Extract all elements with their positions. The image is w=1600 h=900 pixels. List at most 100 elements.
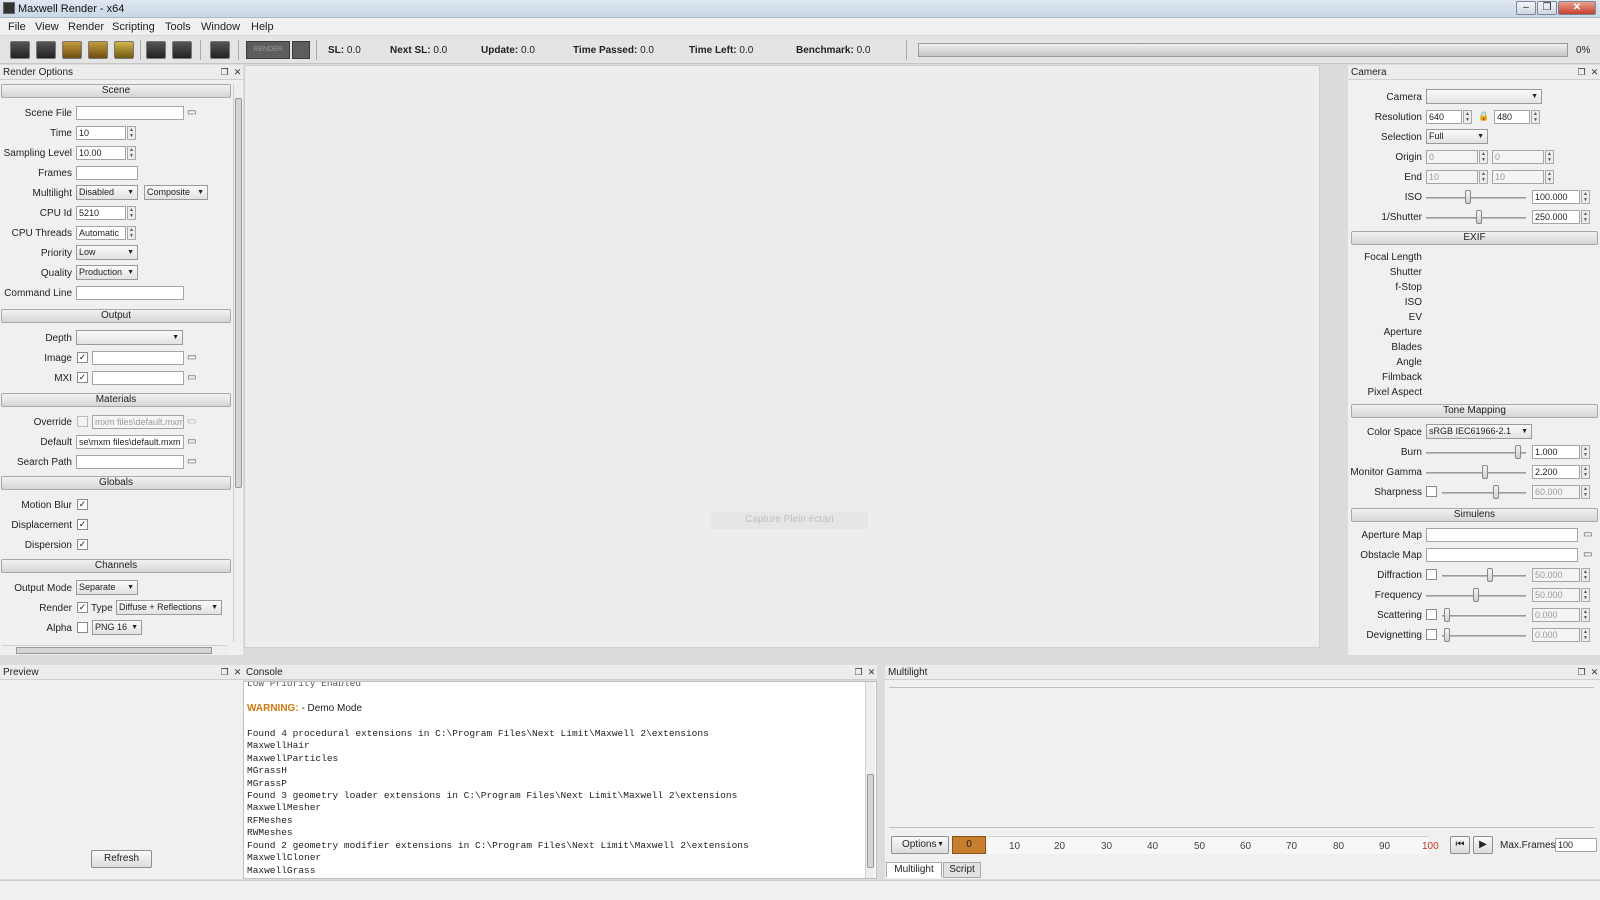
diffraction-input[interactable]: 50.000 (1532, 568, 1580, 582)
diffraction-checkbox[interactable] (1426, 569, 1437, 580)
float-icon[interactable]: ❐ (1577, 668, 1586, 677)
monitor-gamma-slider[interactable] (1426, 472, 1526, 474)
section-simulens[interactable]: Simulens (1351, 508, 1598, 522)
script-icon[interactable] (114, 41, 134, 59)
play-icon[interactable]: ▶ (1473, 836, 1493, 854)
hscrollbar-thumb[interactable] (16, 647, 212, 654)
image-checkbox[interactable]: ✓ (77, 352, 88, 363)
iso-slider-knob[interactable] (1465, 190, 1472, 204)
sharpness-spinner[interactable]: ▲ ▼ (1581, 485, 1590, 499)
render-viewport[interactable]: Capture Plein écran (244, 65, 1320, 648)
close-icon[interactable]: ✕ (1590, 68, 1599, 77)
displacement-checkbox[interactable]: ✓ (77, 519, 88, 530)
float-icon[interactable]: ❐ (220, 668, 229, 677)
mxi-checkbox[interactable]: ✓ (77, 372, 88, 383)
folder-icon[interactable]: ▭ (187, 417, 199, 427)
menu-window[interactable]: Window (201, 21, 240, 33)
section-exif[interactable]: EXIF (1351, 231, 1598, 245)
render-options-scrollbar[interactable] (233, 84, 243, 642)
multilight-mode-select[interactable]: Composite ▼ (144, 185, 208, 200)
menu-tools[interactable]: Tools (165, 21, 191, 33)
tab-script[interactable]: Script (943, 862, 981, 878)
resolution-height-spinner[interactable]: ▲ ▼ (1531, 110, 1540, 124)
time-spinner[interactable]: ▲ ▼ (127, 126, 136, 140)
search-path-input[interactable] (76, 455, 184, 469)
camera-select[interactable]: ▼ (1426, 89, 1542, 104)
shutter-slider-knob[interactable] (1475, 210, 1482, 224)
burn-spinner[interactable]: ▲ ▼ (1581, 445, 1590, 459)
close-icon[interactable]: ✕ (867, 668, 876, 677)
priority-select[interactable]: Low ▼ (76, 245, 138, 260)
sharpness-input[interactable]: 60.000 (1532, 485, 1580, 499)
sampling-level-spinner[interactable]: ▲ ▼ (127, 146, 136, 160)
scene-file-input[interactable] (76, 106, 184, 120)
section-channels[interactable]: Channels (1, 559, 231, 573)
alpha-checkbox[interactable] (77, 622, 88, 633)
monitor-gamma-input[interactable]: 2.200 (1532, 465, 1580, 479)
scattering-slider-knob[interactable] (1443, 608, 1450, 622)
scattering-slider[interactable] (1442, 615, 1526, 617)
motion-blur-checkbox[interactable]: ✓ (77, 499, 88, 510)
devignetting-spinner[interactable]: ▲ ▼ (1581, 628, 1590, 642)
console-scrollbar[interactable] (865, 682, 875, 878)
lock-icon[interactable]: 🔒 (1478, 111, 1489, 122)
aperture-map-input[interactable] (1426, 528, 1578, 542)
cpu-threads-spinner[interactable]: ▲ ▼ (127, 226, 136, 240)
time-input[interactable]: 10 (76, 126, 126, 140)
close-icon[interactable]: ✕ (233, 668, 242, 677)
image-path-input[interactable] (92, 351, 184, 365)
scrollbar-thumb[interactable] (867, 774, 874, 868)
diffraction-spinner[interactable]: ▲ ▼ (1581, 568, 1590, 582)
folder-icon[interactable]: ▭ (187, 457, 199, 467)
depth-select[interactable]: ▼ (76, 330, 183, 345)
sharpness-checkbox[interactable] (1426, 486, 1437, 497)
origin-x-spinner[interactable]: ▲ ▼ (1479, 150, 1488, 164)
menu-scripting[interactable]: Scripting (112, 21, 155, 33)
scattering-checkbox[interactable] (1426, 609, 1437, 620)
close-icon[interactable]: ✕ (233, 68, 242, 77)
origin-y-input[interactable]: 0 (1492, 150, 1544, 164)
options-button[interactable]: Options ▼ (891, 836, 949, 854)
cpu-id-spinner[interactable]: ▲ ▼ (127, 206, 136, 220)
scrollbar-thumb[interactable] (235, 98, 242, 488)
menu-file[interactable]: File (8, 21, 26, 33)
cpu-threads-input[interactable]: Automatic (76, 226, 126, 240)
float-icon[interactable]: ❐ (220, 68, 229, 77)
output-mode-select[interactable]: Separate ▼ (76, 580, 138, 595)
end-y-spinner[interactable]: ▲ ▼ (1545, 170, 1554, 184)
default-material-input[interactable]: se\mxm files\default.mxm (76, 435, 184, 449)
network-icon[interactable] (210, 41, 230, 59)
render-options-hscrollbar[interactable] (2, 645, 228, 655)
diffraction-slider-knob[interactable] (1487, 568, 1494, 582)
command-line-input[interactable] (76, 286, 184, 300)
frequency-spinner[interactable]: ▲ ▼ (1581, 588, 1590, 602)
tab-multilight[interactable]: Multilight (886, 862, 942, 878)
end-y-input[interactable]: 10 (1492, 170, 1544, 184)
float-icon[interactable]: ❐ (1577, 68, 1586, 77)
diffraction-slider[interactable] (1442, 575, 1526, 577)
sharpness-slider[interactable] (1442, 492, 1526, 494)
scattering-spinner[interactable]: ▲ ▼ (1581, 608, 1590, 622)
shutter-input[interactable]: 250.000 (1532, 210, 1580, 224)
devignetting-checkbox[interactable] (1426, 629, 1437, 640)
end-x-input[interactable]: 10 (1426, 170, 1478, 184)
override-checkbox[interactable] (77, 416, 88, 427)
iso-spinner[interactable]: ▲ ▼ (1581, 190, 1590, 204)
shutter-spinner[interactable]: ▲ ▼ (1581, 210, 1590, 224)
float-icon[interactable]: ❐ (854, 668, 863, 677)
studio-icon[interactable] (62, 41, 82, 59)
save-image-icon[interactable] (146, 41, 166, 59)
end-x-spinner[interactable]: ▲ ▼ (1479, 170, 1488, 184)
section-materials[interactable]: Materials (1, 393, 231, 407)
monitor-gamma-spinner[interactable]: ▲ ▼ (1581, 465, 1590, 479)
mxi-path-input[interactable] (92, 371, 184, 385)
origin-x-input[interactable]: 0 (1426, 150, 1478, 164)
devignetting-input[interactable]: 0.000 (1532, 628, 1580, 642)
open-mxs-icon[interactable] (10, 41, 30, 59)
sampling-level-input[interactable]: 10.00 (76, 146, 126, 160)
menu-help[interactable]: Help (251, 21, 274, 33)
section-tone-mapping[interactable]: Tone Mapping (1351, 404, 1598, 418)
burn-slider[interactable] (1426, 452, 1526, 454)
sharpness-slider-knob[interactable] (1492, 485, 1499, 499)
refresh-button[interactable]: Refresh (91, 850, 152, 868)
